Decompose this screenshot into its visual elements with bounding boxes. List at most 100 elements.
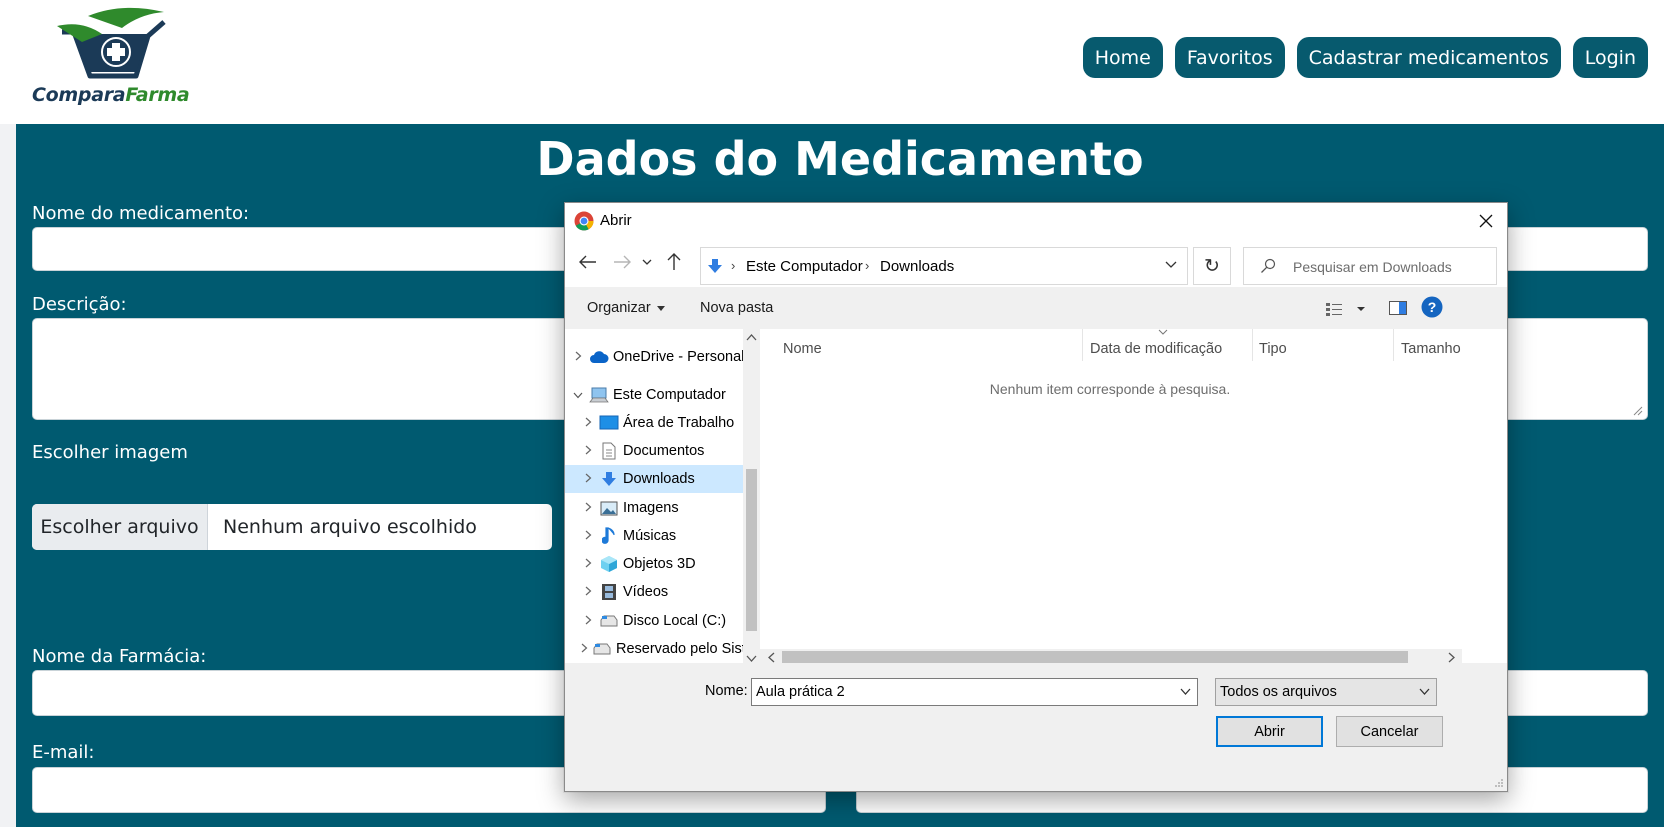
nav-home-button[interactable]: Home [1082, 37, 1163, 78]
navigation-pane: OneDrive - Personal Este Computador Área d… [565, 329, 760, 695]
chevron-right-icon[interactable] [581, 501, 595, 515]
chevron-down-icon[interactable] [571, 388, 585, 402]
tree-item-label: Disco Local (C:) [623, 613, 727, 629]
chevron-right-icon[interactable] [581, 416, 595, 430]
label-escolher-imagem: Escolher imagem [32, 442, 188, 463]
chevron-right-icon[interactable] [581, 642, 588, 656]
filename-label: Nome: [705, 683, 748, 699]
tree-item[interactable]: Reservado pelo Sistema [565, 635, 745, 663]
nav-login-button[interactable]: Login [1572, 37, 1648, 78]
choose-file-button[interactable]: Escolher arquivo [32, 504, 208, 550]
resize-grip-icon[interactable] [1494, 778, 1504, 788]
tree-item[interactable]: Disco Local (C:) [565, 607, 745, 635]
view-options-icon[interactable] [1325, 301, 1369, 322]
dialog-footer: Nome: Aula prática 2 Todos os arquivos A… [565, 663, 1507, 791]
breadcrumb-downloads[interactable]: Downloads [880, 258, 954, 275]
tree-item[interactable]: Objetos 3D [565, 550, 745, 578]
recent-locations-chevron-icon[interactable] [640, 251, 654, 273]
chevron-right-icon[interactable] [581, 614, 595, 628]
breadcrumb-este-computador[interactable]: Este Computador [746, 258, 863, 275]
chevron-right-icon[interactable] [581, 557, 595, 571]
chevron-right-icon[interactable] [581, 472, 595, 486]
label-nome-medicamento: Nome do medicamento: [32, 203, 250, 224]
chevron-right-icon[interactable] [581, 529, 595, 543]
cancel-button[interactable]: Cancelar [1336, 716, 1443, 747]
main-nav: Home Favoritos Cadastrar medicamentos Lo… [1082, 37, 1648, 78]
tree-item[interactable]: Área de Trabalho [565, 409, 745, 437]
refresh-icon[interactable]: ↻ [1193, 247, 1231, 285]
sort-indicator-icon [1158, 329, 1168, 335]
filename-value: Aula prática 2 [756, 684, 845, 700]
command-bar: Organizar Nova pasta ? [565, 289, 1507, 329]
tree-item[interactable]: Este Computador [565, 381, 745, 409]
chrome-icon [574, 211, 594, 231]
drive-icon [599, 612, 619, 630]
dialog-title: Abrir [600, 212, 632, 229]
scrollbar-thumb[interactable] [746, 469, 757, 631]
scroll-up-icon[interactable] [746, 333, 757, 341]
drive-icon [592, 640, 612, 658]
logo-text-part2: Farma [125, 84, 190, 106]
svg-text:?: ? [1428, 299, 1437, 315]
label-descricao: Descrição: [32, 294, 127, 315]
search-input[interactable]: Pesquisar em Downloads [1243, 247, 1497, 285]
nav-favoritos-button[interactable]: Favoritos [1174, 37, 1285, 78]
nav-cadastrar-button[interactable]: Cadastrar medicamentos [1296, 37, 1561, 78]
tree-item[interactable]: OneDrive - Personal [565, 343, 745, 371]
logo-text-part1: Compara [32, 84, 126, 106]
column-separator[interactable] [1082, 329, 1083, 361]
video-icon [599, 583, 619, 601]
tree-item-label: OneDrive - Personal [613, 349, 745, 365]
chevron-down-icon[interactable] [1165, 258, 1177, 270]
dialog-titlebar: Abrir [565, 203, 1507, 239]
close-icon[interactable] [1471, 206, 1501, 236]
tree-item[interactable]: Vídeos [565, 578, 745, 606]
scroll-right-icon[interactable] [1448, 652, 1456, 663]
filetype-select[interactable]: Todos os arquivos [1215, 678, 1437, 706]
music-icon [599, 527, 619, 545]
cube-icon [599, 555, 619, 573]
chevron-right-icon[interactable] [581, 444, 595, 458]
help-icon[interactable]: ? [1421, 296, 1443, 323]
tree-item[interactable]: Downloads [565, 465, 745, 493]
open-button[interactable]: Abrir [1216, 716, 1323, 747]
chevron-right-icon[interactable] [571, 350, 585, 364]
column-separator[interactable] [1252, 329, 1253, 361]
image-file-input[interactable]: Escolher arquivo Nenhum arquivo escolhid… [32, 504, 552, 550]
scroll-left-icon[interactable] [767, 652, 775, 663]
preview-pane-icon[interactable] [1389, 300, 1407, 321]
up-arrow-icon[interactable] [663, 251, 685, 273]
column-header-type[interactable]: Tipo [1259, 341, 1287, 357]
chevron-down-icon [1419, 688, 1430, 695]
caret-down-icon [656, 305, 665, 311]
breadcrumb-separator-icon: › [731, 258, 736, 273]
document-icon [599, 442, 619, 460]
tree-item[interactable]: Documentos [565, 437, 745, 465]
chevron-down-icon[interactable] [1180, 688, 1191, 696]
address-bar[interactable]: › Este Computador › Downloads [700, 247, 1188, 285]
column-separator[interactable] [1393, 329, 1394, 361]
search-icon [1261, 258, 1276, 273]
forward-arrow-icon[interactable] [611, 251, 633, 273]
chevron-right-icon[interactable] [581, 585, 595, 599]
computer-icon [589, 386, 609, 404]
tree-item[interactable]: Músicas [565, 522, 745, 550]
logo[interactable]: ComparaFarma [30, 6, 190, 110]
new-folder-button[interactable]: Nova pasta [700, 300, 773, 316]
resize-grip-icon[interactable] [1633, 406, 1643, 416]
organize-menu-button[interactable]: Organizar [587, 300, 665, 316]
back-arrow-icon[interactable] [577, 251, 599, 273]
column-header-date[interactable]: Data de modificação [1090, 341, 1222, 357]
tree-item-label: Reservado pelo Sistema [616, 641, 745, 657]
scroll-down-icon[interactable] [746, 655, 757, 663]
navigation-pane-scrollbar[interactable] [743, 329, 760, 669]
logo-text: ComparaFarma [32, 84, 190, 106]
tree-item-label: Documentos [623, 443, 705, 459]
column-header-name[interactable]: Nome [783, 341, 822, 357]
filename-input[interactable]: Aula prática 2 [751, 678, 1198, 706]
site-header: ComparaFarma Home Favoritos Cadastrar me… [0, 0, 1664, 124]
basket-cross-icon [57, 7, 166, 79]
tree-item-label: Músicas [623, 528, 677, 544]
column-header-size[interactable]: Tamanho [1401, 341, 1461, 357]
tree-item[interactable]: Imagens [565, 494, 745, 522]
